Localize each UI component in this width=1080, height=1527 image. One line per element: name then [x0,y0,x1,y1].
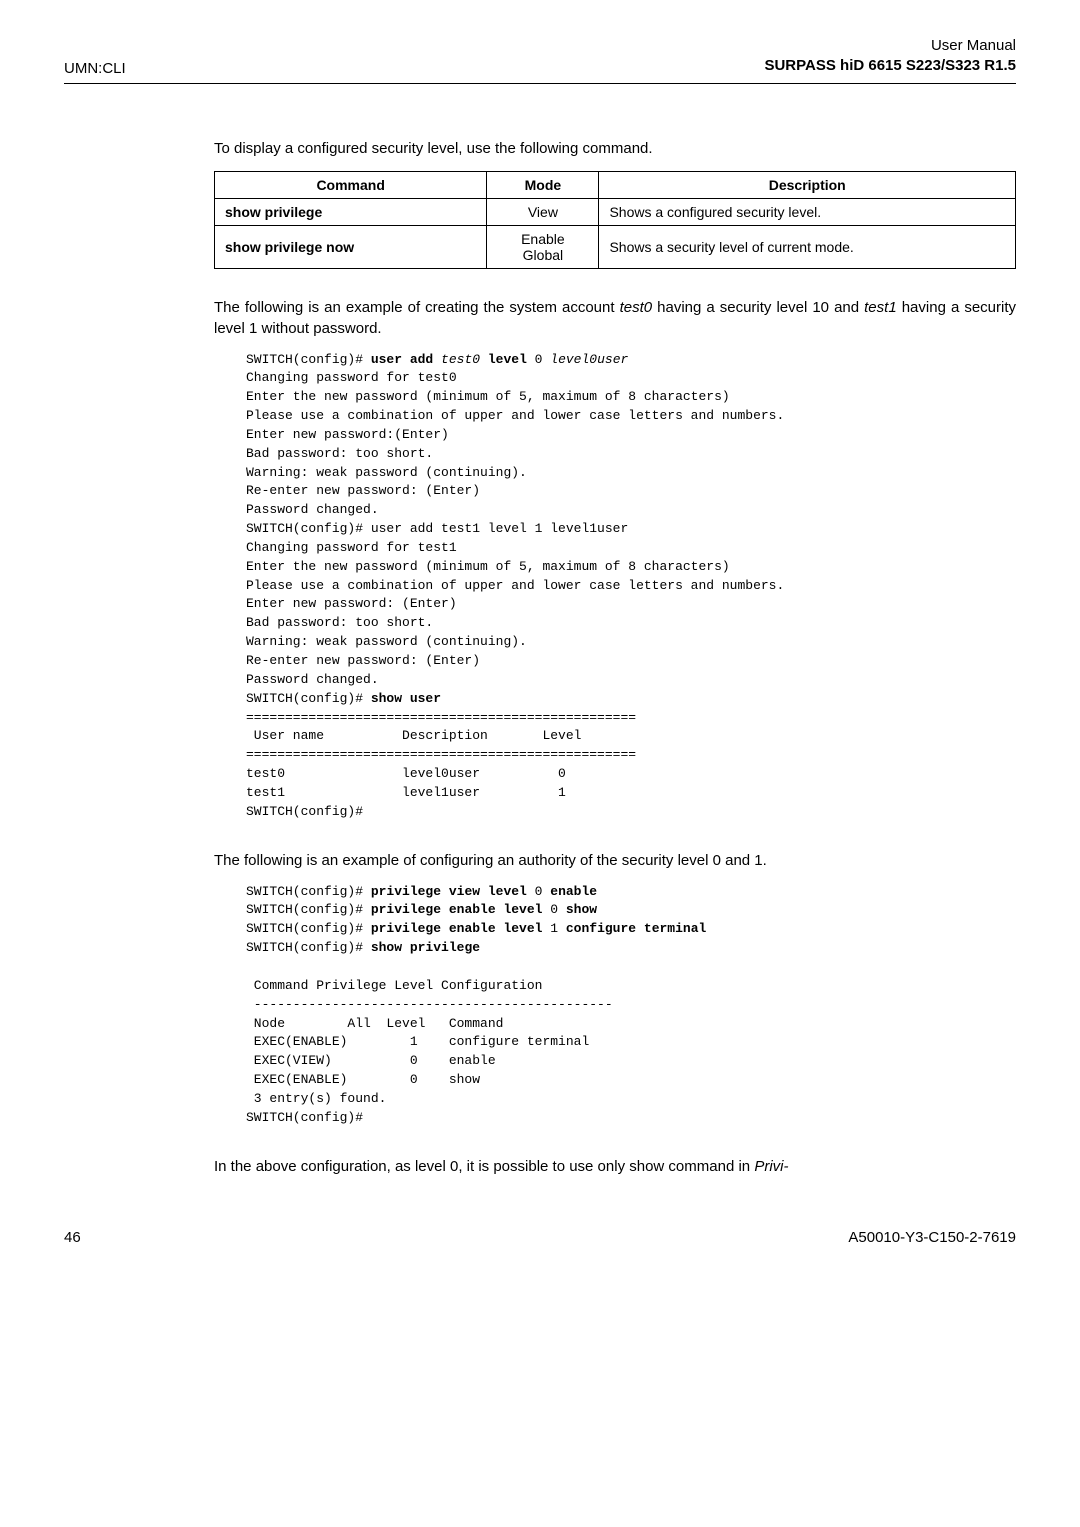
header-right: User Manual SURPASS hiD 6615 S223/S323 R… [764,36,1016,77]
page-footer: 46 A50010-Y3-C150-2-7619 [64,1229,1016,1246]
th-mode: Mode [487,171,599,198]
italic-test1: test1 [864,299,897,316]
table-row: show privilege now Enable Global Shows a… [215,225,1016,268]
cell-command: show privilege now [215,225,487,268]
header-right-line1: User Manual [764,36,1016,56]
italic-test0: test0 [620,299,653,316]
intro-paragraph: To display a configured security level, … [214,138,1016,159]
text: having a security level 10 and [652,299,864,316]
cell-desc: Shows a security level of current mode. [599,225,1016,268]
cell-desc: Shows a configured security level. [599,198,1016,225]
example-paragraph-1: The following is an example of creating … [214,297,1016,339]
header-right-line2: SURPASS hiD 6615 S223/S323 R1.5 [764,56,1016,76]
text: In the above configuration, as level 0, … [214,1158,754,1175]
footer-doc-id: A50010-Y3-C150-2-7619 [848,1229,1016,1246]
cell-mode: View [487,198,599,225]
command-table: Command Mode Description show privilege … [214,171,1016,269]
header-left: UMN:CLI [64,60,126,77]
table-row: show privilege View Shows a configured s… [215,198,1016,225]
th-description: Description [599,171,1016,198]
footer-page-number: 46 [64,1229,81,1246]
cell-command: show privilege [215,198,487,225]
table-header-row: Command Mode Description [215,171,1016,198]
header-rule [64,83,1016,84]
th-command: Command [215,171,487,198]
closing-paragraph: In the above configuration, as level 0, … [214,1156,1016,1177]
example-paragraph-2: The following is an example of configuri… [214,850,1016,871]
page-header: UMN:CLI User Manual SURPASS hiD 6615 S22… [64,36,1016,77]
cell-mode: Enable Global [487,225,599,268]
italic-privi: Privi- [754,1158,788,1175]
text: The following is an example of creating … [214,299,620,316]
code-block-1: SWITCH(config)# user add test0 level 0 l… [246,351,1016,822]
code-block-2: SWITCH(config)# privilege view level 0 e… [246,883,1016,1128]
